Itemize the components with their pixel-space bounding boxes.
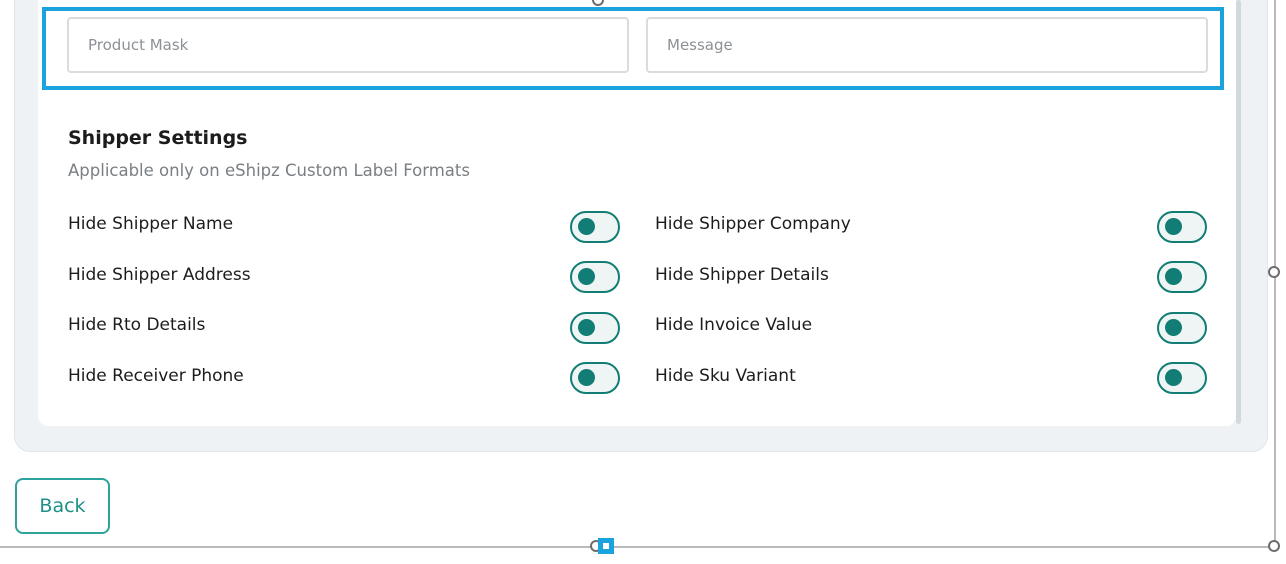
hide-sku-variant-label: Hide Sku Variant (655, 366, 796, 386)
toggle-knob (1165, 218, 1182, 235)
hide-shipper-address-toggle[interactable] (570, 261, 620, 293)
hide-shipper-company-label: Hide Shipper Company (655, 214, 851, 234)
hide-shipper-company-toggle[interactable] (1157, 211, 1207, 243)
panel-scrollbar[interactable] (1236, 0, 1241, 424)
resize-handle-right[interactable] (1268, 266, 1280, 278)
hide-invoice-value-label: Hide Invoice Value (655, 315, 813, 335)
toggle-knob (578, 369, 595, 386)
hide-shipper-name-label: Hide Shipper Name (68, 214, 234, 234)
hide-sku-variant-toggle[interactable] (1157, 362, 1207, 394)
toggle-knob (578, 319, 595, 336)
selected-element-outline (42, 7, 1224, 90)
toggle-knob (1165, 319, 1182, 336)
hide-receiver-phone-toggle[interactable] (570, 362, 620, 394)
selection-guide-horizontal (0, 546, 1275, 548)
hide-shipper-address-label: Hide Shipper Address (68, 265, 251, 285)
hide-shipper-details-label: Hide Shipper Details (655, 265, 829, 285)
toggle-knob (1165, 369, 1182, 386)
shipper-settings-title: Shipper Settings (68, 127, 248, 149)
shipper-settings-subtitle: Applicable only on eShipz Custom Label F… (68, 161, 470, 180)
toggle-knob (1165, 268, 1182, 285)
hide-receiver-phone-label: Hide Receiver Phone (68, 366, 244, 386)
hide-invoice-value-toggle[interactable] (1157, 312, 1207, 344)
hide-rto-details-toggle[interactable] (570, 312, 620, 344)
resize-handle-corner[interactable] (1268, 540, 1280, 552)
anchor-handle-icon[interactable] (598, 538, 614, 554)
toggle-knob (578, 218, 595, 235)
hide-shipper-name-toggle[interactable] (570, 211, 620, 243)
toggle-knob (578, 268, 595, 285)
hide-rto-details-label: Hide Rto Details (68, 315, 206, 335)
hide-shipper-details-toggle[interactable] (1157, 261, 1207, 293)
back-button[interactable]: Back (15, 478, 110, 534)
canvas: Shipper Settings Applicable only on eShi… (0, 0, 1286, 564)
